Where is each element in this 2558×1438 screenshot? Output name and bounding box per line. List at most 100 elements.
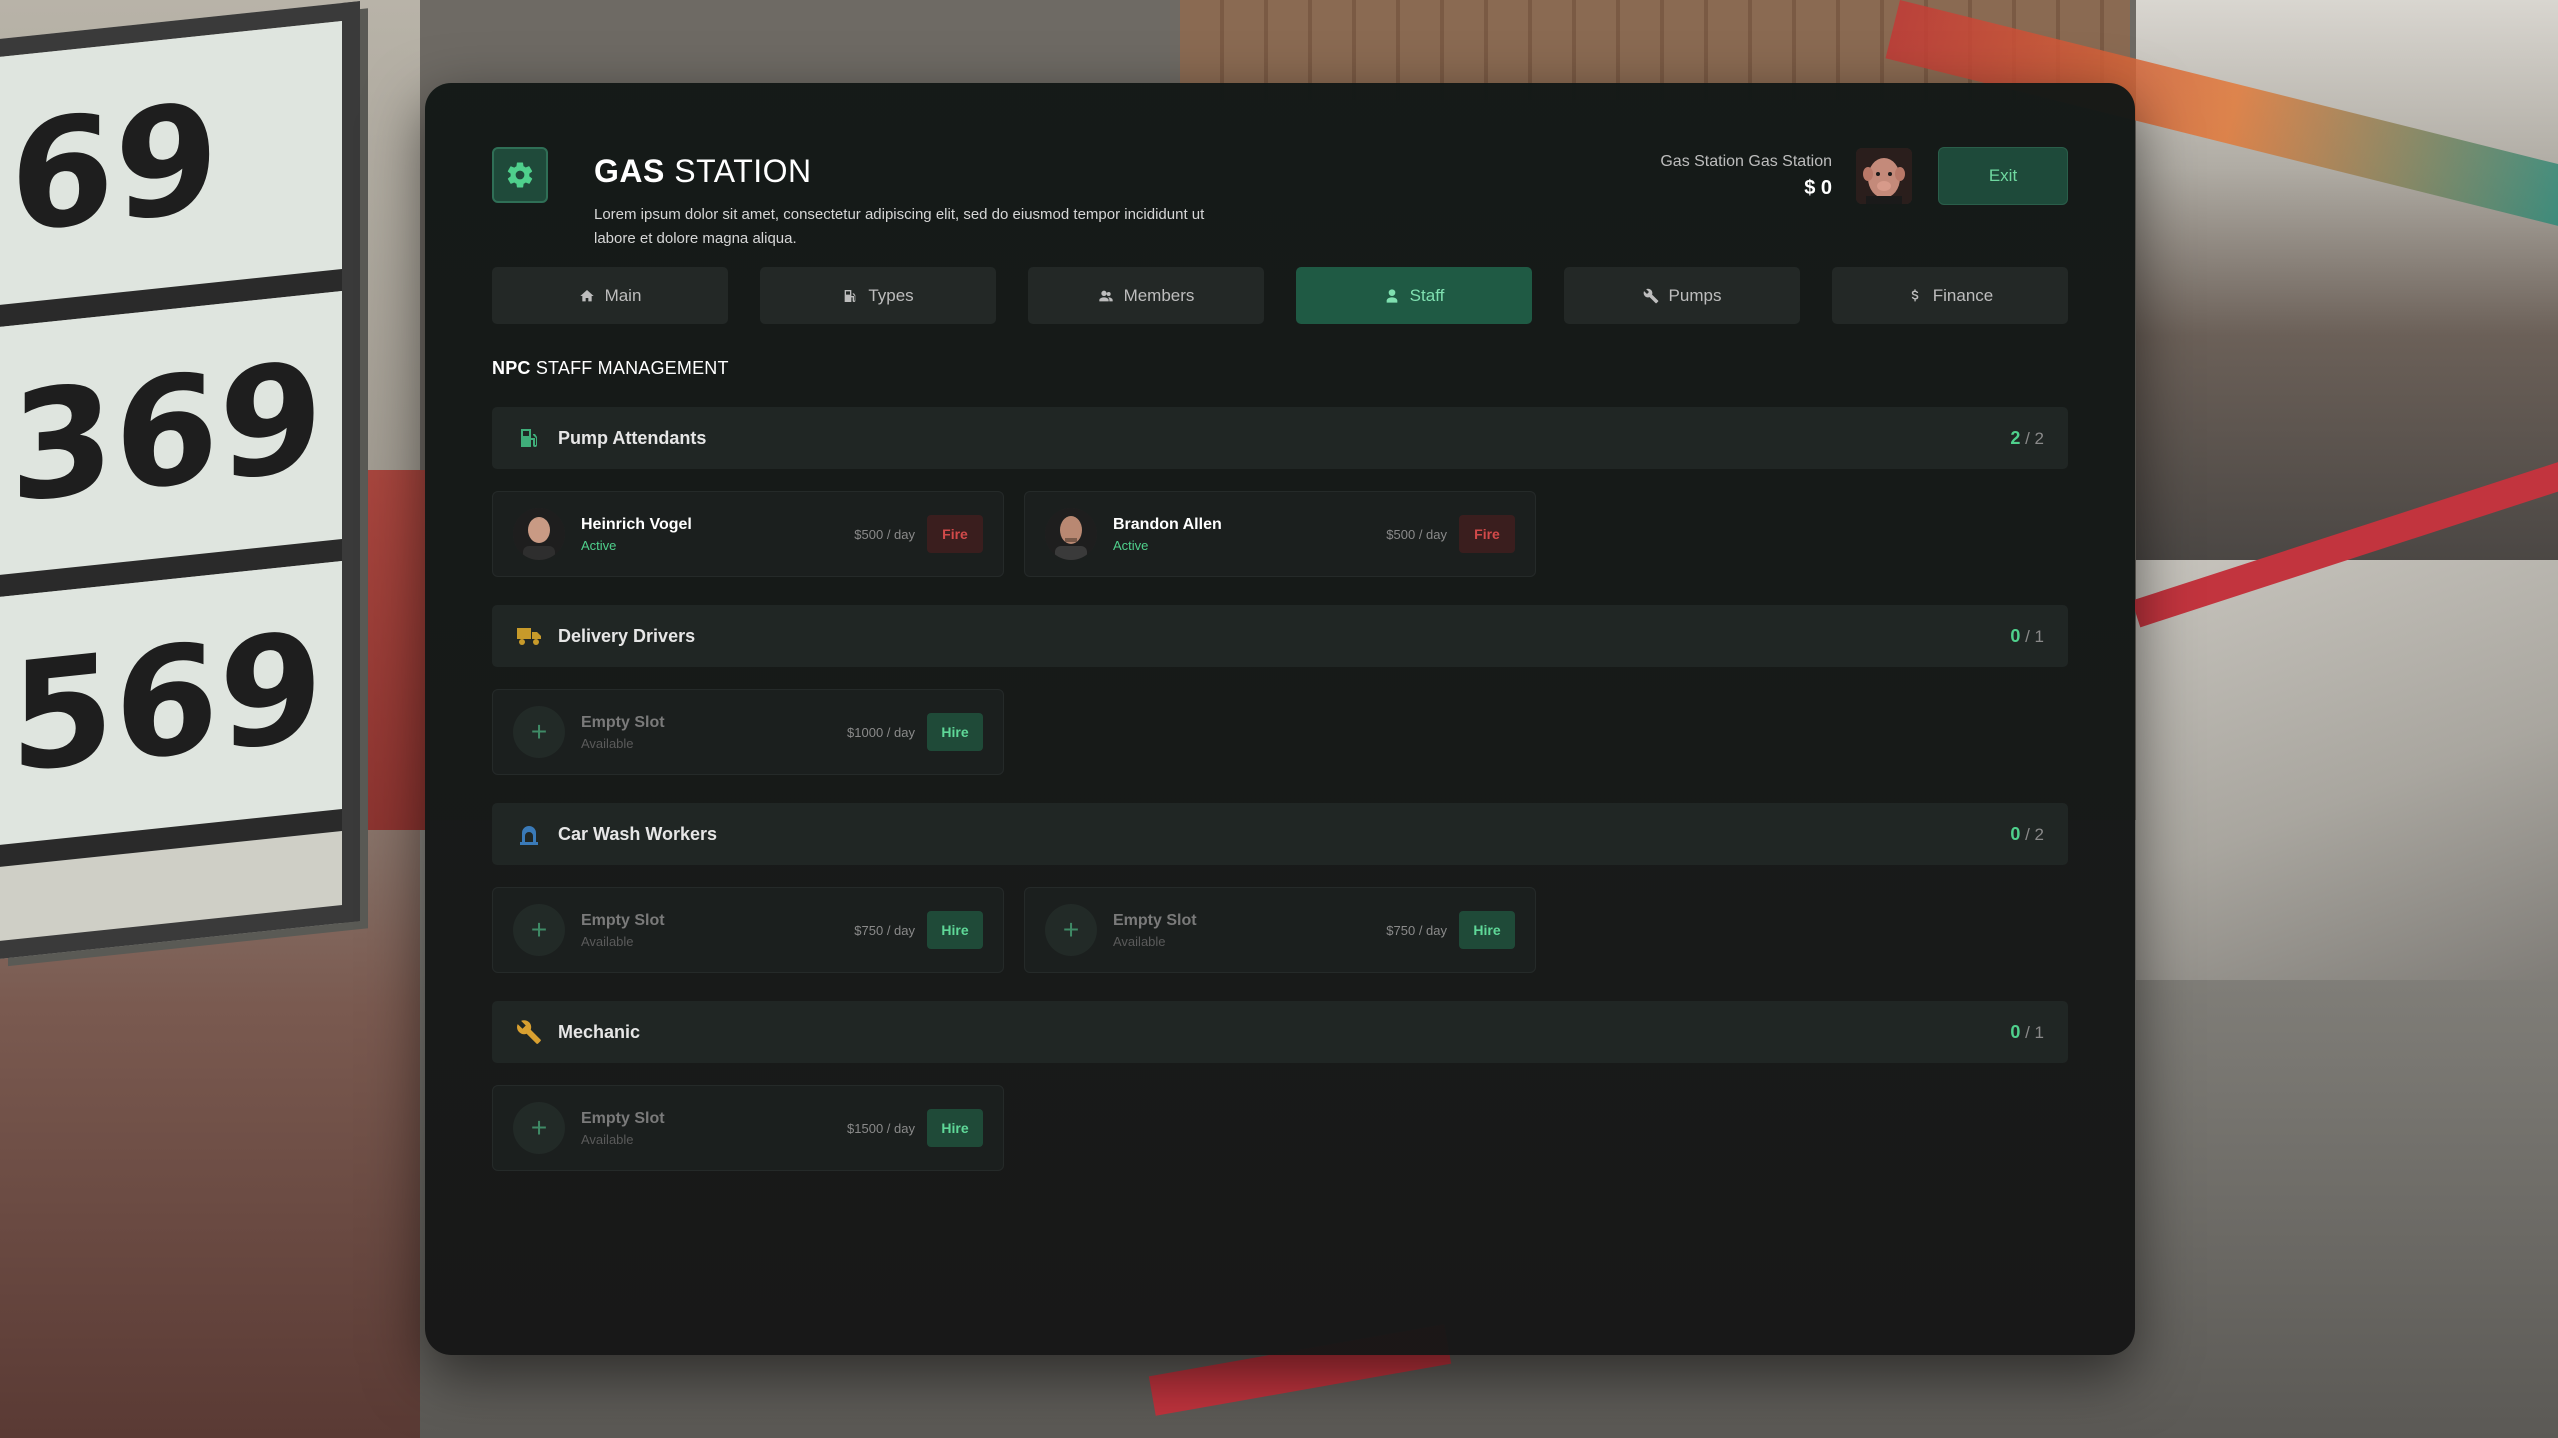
category-title: Delivery Drivers [558, 625, 696, 646]
staff-info: Empty Slot Available [581, 912, 665, 949]
slot-list: + Empty Slot Available $750 / day Hire +… [492, 887, 2068, 973]
avatar [1856, 148, 1912, 204]
staff-name: Empty Slot [581, 1109, 665, 1127]
staff-info: Empty Slot Available [1113, 912, 1197, 949]
tab-label: Staff [1409, 285, 1445, 305]
staff-name: Empty Slot [581, 911, 665, 929]
fuel-icon [844, 289, 856, 302]
staff-status: Active [1113, 537, 1149, 553]
hire-button[interactable]: Hire [927, 911, 983, 949]
staff-avatar [1045, 508, 1097, 560]
tab-label: Finance [1932, 285, 1994, 305]
slot-count-filled: 2 [2010, 427, 2021, 448]
staff-name: Empty Slot [1113, 911, 1197, 929]
hire-button[interactable]: Hire [927, 1109, 983, 1147]
section-heading: NPC STAFF MANAGEMENT [492, 358, 2068, 379]
empty-slot: + Empty Slot Available $1500 / day Hire [492, 1085, 1004, 1171]
staff-wage: $500 / day [1386, 526, 1447, 542]
fire-button[interactable]: Fire [1459, 515, 1515, 553]
truck-icon [516, 623, 542, 649]
staff-info: Empty Slot Available [581, 1110, 665, 1147]
empty-slot: + Empty Slot Available $750 / day Hire [1024, 887, 1536, 973]
category-delivery-drivers: Delivery Drivers 0 / 1 [492, 605, 2068, 667]
section-heading-bold: NPC [492, 358, 531, 378]
slot-count-total: / 2 [2025, 428, 2044, 448]
staff-avatar [513, 508, 565, 560]
staff-info: Brandon Allen Active [1113, 516, 1222, 553]
slot-count: 0 / 1 [2010, 1022, 2044, 1043]
tab-members[interactable]: Members [1028, 267, 1264, 324]
staff-status: Available [1113, 933, 1166, 949]
panel-header: GAS STATION Lorem ipsum dolor sit amet, … [492, 147, 2068, 267]
category-pump-attendants: Pump Attendants 2 / 2 [492, 407, 2068, 469]
wrench-icon [1643, 288, 1658, 303]
price-sign-row: 369 [0, 290, 342, 597]
tab-label: Members [1123, 285, 1195, 305]
fuel-pump-icon [516, 425, 542, 451]
slot-count: 0 / 1 [2010, 626, 2044, 647]
staff-wage: $750 / day [854, 922, 915, 938]
user-name: Gas Station Gas Station [1660, 152, 1832, 170]
tab-finance[interactable]: Finance [1832, 267, 2068, 324]
title-bold: GAS [594, 153, 665, 189]
sidewalk [2136, 560, 2558, 980]
staff-status: Available [581, 933, 634, 949]
category-mechanic: Mechanic 0 / 1 [492, 1001, 2068, 1063]
users-icon [1098, 290, 1113, 301]
empty-slot: + Empty Slot Available $1000 / day Hire [492, 689, 1004, 775]
staff-slot: Heinrich Vogel Active $500 / day Fire [492, 491, 1004, 577]
user-icon [1386, 288, 1398, 303]
page-title: GAS STATION [594, 153, 812, 190]
tab-label: Pumps [1668, 285, 1722, 305]
slot-list: Heinrich Vogel Active $500 / day Fire Br… [492, 491, 2068, 577]
category-title: Car Wash Workers [558, 823, 718, 844]
slot-count-total: / 1 [2025, 1022, 2044, 1042]
gas-station-panel: GAS STATION Lorem ipsum dolor sit amet, … [425, 83, 2135, 1355]
slot-count-total: / 2 [2025, 824, 2044, 844]
slot-count: 2 / 2 [2010, 428, 2044, 449]
staff-name: Heinrich Vogel [581, 515, 692, 533]
slot-count: 0 / 2 [2010, 824, 2044, 845]
price-sign-row: 569 [0, 560, 342, 867]
staff-info: Empty Slot Available [581, 714, 665, 751]
slot-count-filled: 0 [2010, 1021, 2021, 1042]
dollar-icon [1911, 288, 1919, 301]
staff-status: Active [581, 537, 617, 553]
car-wash-icon [516, 821, 542, 847]
tab-bar: Main Types Members Staff Pumps Finance [492, 267, 2068, 324]
category-title: Mechanic [558, 1021, 641, 1042]
hire-button[interactable]: Hire [1459, 911, 1515, 949]
home-icon [579, 289, 594, 301]
slot-count-total: / 1 [2025, 626, 2044, 646]
category-title: Pump Attendants [558, 427, 707, 448]
empty-slot: + Empty Slot Available $750 / day Hire [492, 887, 1004, 973]
staff-slot: Brandon Allen Active $500 / day Fire [1024, 491, 1536, 577]
tab-staff[interactable]: Staff [1296, 267, 1532, 324]
slot-count-filled: 0 [2010, 625, 2021, 646]
staff-wage: $750 / day [1386, 922, 1447, 938]
staff-wage: $1500 / day [847, 1120, 915, 1136]
section-heading-rest: STAFF MANAGEMENT [535, 358, 729, 378]
staff-name: Empty Slot [581, 713, 665, 731]
staff-name: Brandon Allen [1113, 515, 1222, 533]
tab-types[interactable]: Types [760, 267, 996, 324]
staff-wage: $500 / day [854, 526, 915, 542]
tab-label: Main [604, 285, 642, 305]
fire-button[interactable]: Fire [927, 515, 983, 553]
tab-main[interactable]: Main [492, 267, 728, 324]
tab-pumps[interactable]: Pumps [1564, 267, 1800, 324]
staff-status: Available [581, 735, 634, 751]
gear-icon [492, 147, 548, 203]
slot-list: + Empty Slot Available $1000 / day Hire [492, 689, 2068, 775]
plus-icon: + [513, 706, 565, 758]
hire-button[interactable]: Hire [927, 713, 983, 751]
wrench-icon [516, 1019, 542, 1045]
exit-button[interactable]: Exit [1938, 147, 2068, 205]
tab-label: Types [868, 285, 914, 305]
category-car-wash-workers: Car Wash Workers 0 / 2 [492, 803, 2068, 865]
plus-icon: + [513, 904, 565, 956]
page-description: Lorem ipsum dolor sit amet, consectetur … [594, 206, 1205, 247]
plus-icon: + [513, 1102, 565, 1154]
title-light: STATION [674, 153, 812, 189]
staff-info: Heinrich Vogel Active [581, 516, 692, 553]
